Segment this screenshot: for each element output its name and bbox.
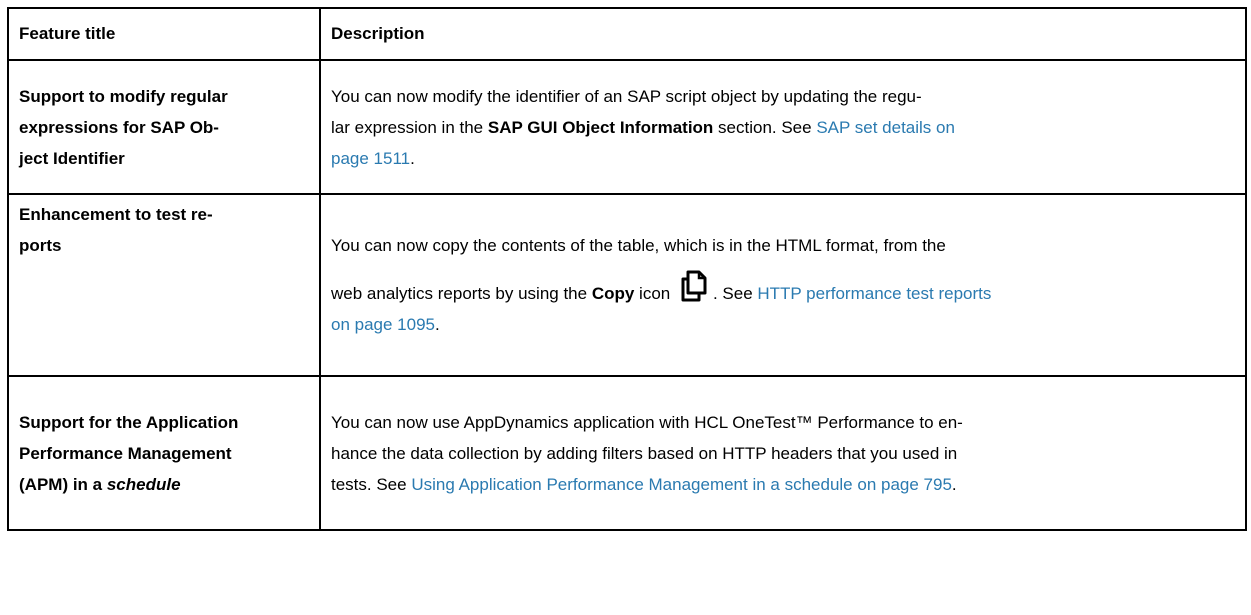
title-line: expressions for SAP Ob- — [19, 117, 219, 137]
desc-line: You can now copy the contents of the tab… — [331, 236, 946, 255]
desc-line: web analytics reports by using the Copy … — [331, 269, 1245, 309]
apm-schedule-link[interactable]: Using Application Performance Management… — [411, 475, 952, 494]
feature-title-cell: Support for the Application Performance … — [7, 375, 321, 531]
http-reports-link-page[interactable]: on page 1095 — [331, 315, 435, 334]
title-line: ject Identifier — [19, 148, 125, 168]
title-italic-term: schedule — [106, 474, 181, 494]
desc-text: . — [951, 474, 957, 494]
title-line: Support for the Application — [19, 412, 239, 432]
table-row: Support for the Application Performance … — [7, 375, 1247, 531]
desc-line: tests. See Using Application Performance… — [331, 469, 1245, 500]
desc-line: hance the data collection by adding filt… — [331, 443, 958, 463]
desc-line: You can now use AppDynamics application … — [331, 412, 963, 432]
desc-line: page 1511. — [331, 143, 1245, 174]
title-line: Support to modify regular — [19, 86, 228, 106]
desc-text: . See — [712, 284, 758, 303]
feature-title-cell: Support to modify regular expressions fo… — [7, 59, 321, 195]
desc-text: section. See — [713, 117, 817, 137]
feature-table: Feature title Description Support to mod… — [7, 7, 1247, 531]
desc-text: web analytics reports by using the — [331, 284, 592, 303]
title-text: (APM) in a — [19, 474, 107, 494]
desc-line: You can now modify the identifier of an … — [331, 86, 922, 106]
desc-text: lar expression in the — [331, 117, 488, 137]
desc-line: lar expression in the SAP GUI Object Inf… — [331, 112, 1245, 143]
desc-text: icon — [634, 284, 675, 303]
header-description: Description — [319, 7, 1247, 61]
ui-term-bold: Copy — [591, 284, 635, 303]
title-line: Performance Management — [19, 443, 232, 463]
title-line: ports — [19, 236, 62, 255]
desc-line: on page 1095. — [331, 309, 1245, 340]
http-reports-link[interactable]: HTTP performance test reports — [757, 284, 991, 303]
header-feature-title: Feature title — [7, 7, 321, 61]
table-row: Support to modify regular expressions fo… — [7, 59, 1247, 195]
ui-term-bold: SAP GUI Object Information — [487, 117, 714, 137]
table-header-row: Feature title Description — [7, 7, 1247, 61]
title-line: (APM) in a schedule — [19, 469, 319, 500]
desc-text: . — [435, 315, 440, 334]
sap-set-details-link[interactable]: SAP set details on — [816, 118, 955, 137]
copy-icon — [679, 269, 709, 303]
desc-text: tests. See — [331, 474, 412, 494]
description-cell: You can now copy the contents of the tab… — [319, 193, 1247, 377]
sap-set-details-link-page[interactable]: page 1511 — [331, 149, 410, 168]
feature-title-cell: Enhancement to test re- ports — [7, 193, 321, 377]
title-line: Enhancement to test re- — [19, 205, 213, 224]
desc-text: . — [410, 148, 415, 168]
table-row: Enhancement to test re- ports You can no… — [7, 193, 1247, 377]
description-cell: You can now modify the identifier of an … — [319, 59, 1247, 195]
description-cell: You can now use AppDynamics application … — [319, 375, 1247, 531]
